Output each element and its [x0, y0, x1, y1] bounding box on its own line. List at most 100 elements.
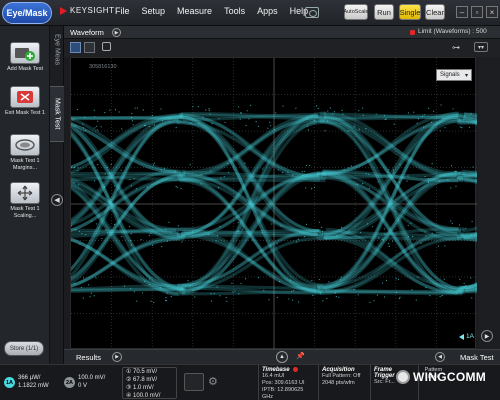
trace-noise-dot	[76, 108, 79, 111]
trace-noise-dot	[104, 112, 106, 114]
trace-noise-dot	[416, 122, 418, 124]
menu-file[interactable]: File	[115, 6, 130, 16]
gear-icon[interactable]: ⚙	[208, 375, 218, 388]
trace-noise-dot	[135, 188, 137, 190]
trace-noise-dot	[218, 187, 220, 189]
trace-noise-dot	[257, 125, 260, 128]
trace-noise-dot	[276, 243, 278, 245]
trace-noise-dot	[406, 180, 408, 182]
waveform-options-icon[interactable]	[102, 42, 111, 51]
trace-noise-dot	[189, 285, 191, 287]
trace-noise-dot	[210, 300, 213, 302]
signals-dropdown[interactable]: Signals ▾	[436, 69, 472, 81]
menu-measure[interactable]: Measure	[177, 6, 212, 16]
menu-setup[interactable]: Setup	[142, 6, 166, 16]
more-options-icon[interactable]: ▾▾	[474, 42, 488, 52]
timebase-scale: 16.4 mUI	[262, 373, 285, 380]
timebase-panel[interactable]: Timebase 16.4 mUI Pos: 309.6163 UI IPTB:…	[258, 365, 316, 400]
single-button[interactable]: Single	[399, 4, 421, 20]
link-icon[interactable]: ⊶	[452, 43, 460, 52]
exit-mask-test-button[interactable]: Exit Mask Test 1	[2, 86, 48, 117]
run-button[interactable]: Run	[374, 4, 394, 20]
trace-noise-dot	[152, 164, 155, 166]
tab-results[interactable]: Results	[76, 353, 101, 362]
add-mask-test-button[interactable]: Add Mask Test	[2, 42, 48, 73]
trace-noise-dot	[387, 171, 389, 173]
trace-noise-dot	[177, 225, 179, 227]
trace-noise-dot	[244, 278, 247, 280]
eye-mask-mode-button[interactable]: Eye/Mask	[2, 2, 52, 24]
trace-noise-dot	[321, 230, 323, 232]
auto-scale-label-line1: Auto	[343, 9, 355, 15]
mask-scaling-button[interactable]: Mask Test 1 Scaling...	[2, 182, 48, 220]
trace-noise-dot	[129, 288, 132, 290]
tab-eye-meas[interactable]: Eye Meas	[50, 30, 64, 70]
channel-1a-badge[interactable]: 1A	[4, 377, 15, 388]
auto-scale-button[interactable]: Auto Scale	[343, 4, 369, 20]
camera-icon[interactable]	[305, 7, 319, 18]
collapse-left-icon[interactable]: ◀	[51, 194, 63, 206]
restore-icon[interactable]: ▫	[471, 6, 483, 18]
waveform-menu-arrow-icon[interactable]: ▶	[112, 28, 121, 37]
trace-noise-dot	[101, 237, 103, 240]
channel-label: 1A	[466, 333, 474, 340]
trace-noise-dot	[118, 111, 120, 113]
trace-noise-dot	[301, 171, 303, 173]
trace-noise-dot	[245, 124, 247, 127]
trace-noise-dot	[274, 128, 276, 131]
add-mask-icon	[10, 42, 40, 64]
single-view-icon[interactable]	[70, 42, 81, 53]
trace-noise-dot	[458, 224, 461, 226]
expand-up-icon[interactable]: ▲	[276, 351, 288, 363]
trace-noise-dot	[151, 114, 153, 117]
eye-trace	[458, 286, 477, 292]
trace-noise-dot	[403, 177, 405, 179]
trace-noise-dot	[257, 276, 260, 279]
results-menu-arrow-icon[interactable]: ▶	[112, 352, 122, 362]
display-grid-icon[interactable]	[184, 373, 204, 391]
pin-icon[interactable]: 📌	[296, 352, 305, 360]
clear-button[interactable]: Clear	[425, 4, 445, 20]
trace-noise-dot	[168, 121, 171, 123]
trace-noise-dot	[452, 108, 454, 110]
tab-mask-test[interactable]: Mask Test	[50, 86, 64, 142]
menu-tools[interactable]: Tools	[224, 6, 245, 16]
trace-noise-dot	[377, 181, 379, 183]
mask-margins-label: Mask Test 1 Margins...	[10, 158, 40, 171]
trace-noise-dot	[169, 117, 171, 119]
trace-noise-dot	[90, 220, 93, 222]
mask-margins-button[interactable]: Mask Test 1 Margins...	[2, 134, 48, 172]
trace-noise-dot	[237, 230, 240, 232]
store-button[interactable]: Store (1/1)	[4, 341, 44, 356]
tab-waveform[interactable]: Waveform	[70, 28, 104, 37]
split-view-icon[interactable]	[84, 42, 95, 53]
mask-test-arrow-icon[interactable]: ◀	[435, 352, 445, 362]
trace-noise-dot	[94, 116, 96, 118]
channel-2a-readout[interactable]: 100.0 mV/ 0 V	[78, 374, 105, 390]
channel-2a-badge[interactable]: 2A	[64, 377, 75, 388]
trace-noise-dot	[399, 163, 401, 166]
close-icon[interactable]: ×	[486, 6, 498, 18]
channel-marker-icon[interactable]	[459, 334, 464, 340]
trace-noise-dot	[110, 163, 112, 166]
trace-noise-dot	[382, 239, 385, 241]
trace-noise-dot	[443, 278, 445, 280]
function-row-1: ① 70.5 mV/	[126, 369, 158, 375]
eye-trace	[457, 285, 477, 289]
function-row-4: ④ 100.0 mV/	[126, 393, 161, 399]
collapse-right-icon[interactable]: ▶	[481, 330, 493, 342]
function-readouts[interactable]: ① 70.5 mV/ ② 67.8 mV/ ③ 1.0 mV/ ④ 100.0 …	[122, 367, 177, 399]
trace-noise-dot	[441, 295, 443, 297]
trace-noise-dot	[176, 186, 178, 189]
minimize-icon[interactable]: –	[456, 6, 468, 18]
channel-1a-readout[interactable]: 366 µW/ 1.1822 mW	[18, 374, 49, 390]
trace-noise-dot	[362, 114, 364, 116]
menu-apps[interactable]: Apps	[257, 6, 278, 16]
trace-noise-dot	[96, 129, 99, 131]
trace-noise-dot	[356, 183, 359, 185]
trace-noise-dot	[84, 116, 86, 118]
tab-mask-test-results[interactable]: Mask Test	[460, 353, 494, 362]
acquisition-panel[interactable]: Acquisition Full Pattern: Off 2048 pts/w…	[318, 365, 368, 400]
eye-diagram-display[interactable]: 305816130 Signals ▾ 1A	[70, 57, 477, 350]
trace-noise-dot	[178, 233, 180, 235]
